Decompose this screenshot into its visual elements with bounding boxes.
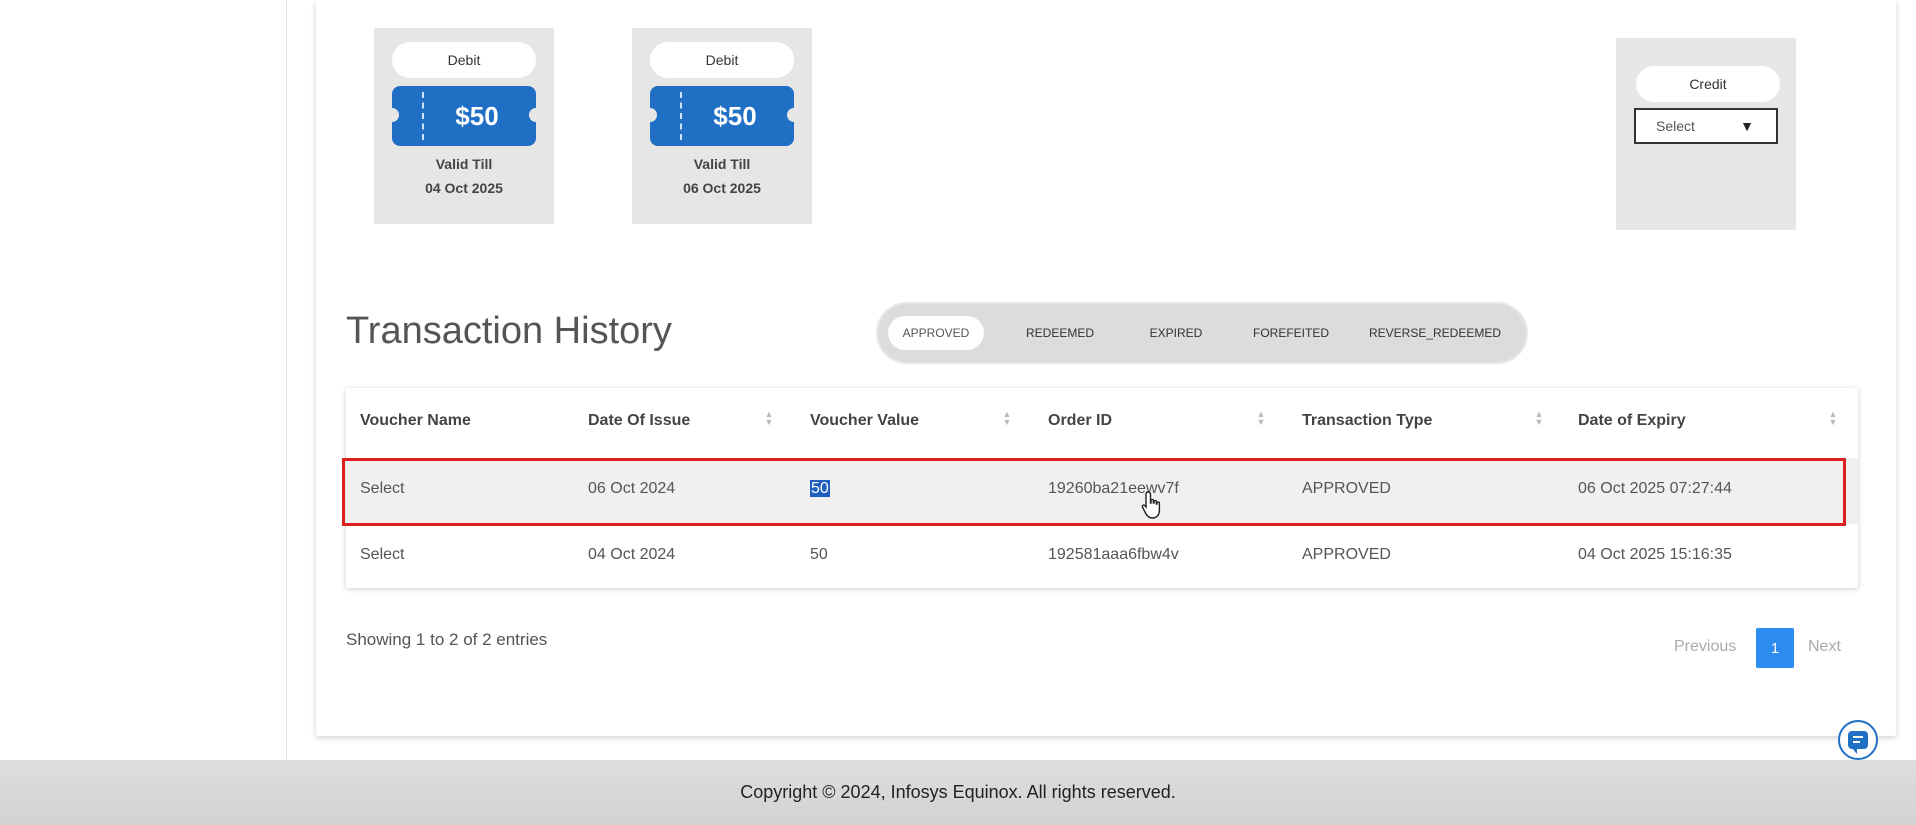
voucher-amount: $50 — [713, 100, 757, 131]
column-header-date-of-issue[interactable]: Date Of Issue — [588, 412, 690, 430]
credit-type-label: Credit — [1636, 66, 1780, 102]
ticket-notch-right — [529, 108, 543, 122]
filter-redeemed[interactable]: REDEEMED — [1008, 316, 1112, 350]
voucher-card-1[interactable]: Debit $50 Valid Till 04 Oct 2025 — [374, 28, 554, 224]
cell-date-of-issue: 04 Oct 2024 — [588, 546, 676, 563]
filter-forefeited[interactable]: FOREFEITED — [1236, 316, 1346, 350]
credit-select-value: Select — [1656, 118, 1695, 134]
pagination-previous[interactable]: Previous — [1674, 638, 1736, 656]
sort-icon[interactable]: ▲ ▼ — [1828, 410, 1838, 428]
row-highlight-annotation — [342, 458, 1846, 526]
ticket-perforation — [680, 92, 682, 140]
page: Debit $50 Valid Till 04 Oct 2025 Debit $… — [0, 0, 1916, 825]
column-header-order-id[interactable]: Order ID — [1048, 412, 1112, 430]
filter-expired[interactable]: EXPIRED — [1130, 316, 1222, 350]
sort-icon[interactable]: ▲ ▼ — [764, 410, 774, 428]
voucher-type-label: Debit — [650, 42, 794, 78]
cell-transaction-type: APPROVED — [1302, 546, 1391, 563]
status-filter-bar: APPROVED REDEEMED EXPIRED FOREFEITED REV… — [876, 302, 1528, 364]
credit-card: Credit Select ▼ — [1616, 38, 1796, 230]
column-header-voucher-value[interactable]: Voucher Value — [810, 412, 919, 430]
ticket-notch-left — [385, 108, 399, 122]
voucher-valid-label: Valid Till — [693, 156, 751, 172]
entries-info: Showing 1 to 2 of 2 entries — [346, 630, 548, 649]
cell-voucher-value: 50 — [810, 546, 828, 563]
column-header-date-of-expiry[interactable]: Date of Expiry — [1578, 412, 1686, 430]
filter-approved[interactable]: APPROVED — [888, 316, 984, 350]
voucher-valid-label: Valid Till — [435, 156, 493, 172]
pagination-next[interactable]: Next — [1808, 638, 1841, 656]
table-row[interactable]: Select 04 Oct 2024 50 192581aaa6fbw4v AP… — [346, 524, 1858, 590]
voucher-amount: $50 — [455, 100, 499, 131]
sidebar-divider — [286, 0, 287, 760]
chat-icon — [1848, 731, 1868, 754]
voucher-card-2[interactable]: Debit $50 Valid Till 06 Oct 2025 — [632, 28, 812, 224]
chat-icon-line — [1853, 736, 1863, 738]
copyright-text: Copyright © 2024, Infosys Equinox. All r… — [740, 782, 1176, 802]
chat-button[interactable] — [1838, 720, 1878, 760]
filter-reverse-redeemed[interactable]: REVERSE_REDEEMED — [1358, 316, 1512, 350]
voucher-ticket: $50 — [385, 86, 543, 146]
credit-select-dropdown[interactable]: Select ▼ — [1634, 108, 1778, 144]
cell-order-id: 192581aaa6fbw4v — [1048, 546, 1179, 563]
sort-icon[interactable]: ▲ ▼ — [1534, 410, 1544, 428]
sort-icon[interactable]: ▲ ▼ — [1002, 410, 1012, 428]
cell-voucher-name: Select — [360, 546, 405, 563]
sort-icon[interactable]: ▲ ▼ — [1256, 410, 1266, 428]
voucher-valid-date: 06 Oct 2025 — [683, 180, 761, 196]
voucher-ticket: $50 — [643, 86, 801, 146]
voucher-valid-date: 04 Oct 2025 — [425, 180, 503, 196]
cell-date-of-expiry: 04 Oct 2025 15:16:35 — [1578, 546, 1732, 563]
column-header-voucher-name[interactable]: Voucher Name — [360, 412, 471, 430]
chat-icon-line — [1853, 741, 1860, 743]
ticket-notch-left — [643, 108, 657, 122]
footer: Copyright © 2024, Infosys Equinox. All r… — [0, 760, 1916, 825]
voucher-type-label: Debit — [392, 42, 536, 78]
pagination-page-1[interactable]: 1 — [1756, 628, 1794, 668]
transaction-history-title: Transaction History — [346, 310, 672, 352]
hand-cursor-icon — [1141, 491, 1161, 519]
ticket-perforation — [422, 92, 424, 140]
ticket-notch-right — [787, 108, 801, 122]
dropdown-arrow-icon: ▼ — [1740, 118, 1754, 134]
column-header-transaction-type[interactable]: Transaction Type — [1302, 412, 1432, 430]
